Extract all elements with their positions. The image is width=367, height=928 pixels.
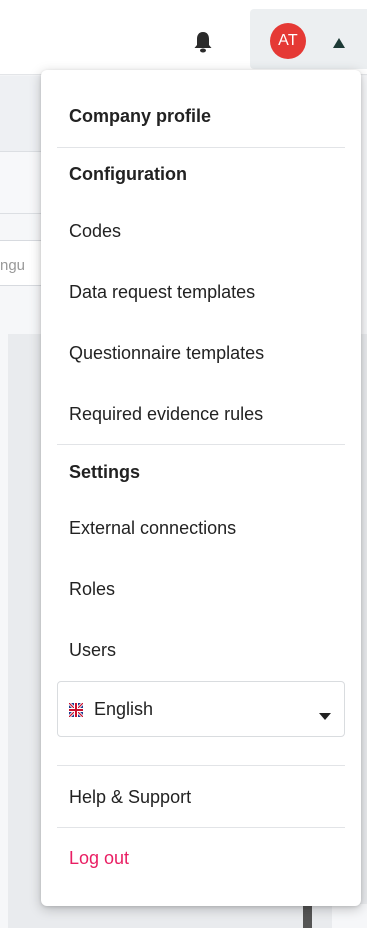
- uk-flag-icon: [67, 701, 85, 719]
- menu-item-roles[interactable]: Roles: [69, 579, 115, 600]
- menu-item-company-profile[interactable]: Company profile: [69, 106, 211, 127]
- chevron-up-icon: [332, 36, 346, 48]
- menu-item-help-support[interactable]: Help & Support: [69, 787, 191, 808]
- menu-heading-settings: Settings: [69, 462, 141, 482]
- menu-heading-configuration: Configuration: [69, 164, 187, 184]
- menu-item-required-evidence-rules[interactable]: Required evidence rules: [69, 404, 263, 425]
- menu-item-data-request-templates[interactable]: Data request templates: [69, 282, 255, 303]
- divider: [57, 147, 345, 148]
- menu-item-questionnaire-templates[interactable]: Questionnaire templates: [69, 343, 264, 364]
- background-edge: [332, 904, 367, 928]
- caret-down-icon: [319, 707, 331, 720]
- divider: [57, 444, 345, 445]
- menu-item-external-connections[interactable]: External connections: [69, 518, 236, 539]
- divider: [57, 765, 345, 766]
- user-dropdown-menu: Company profile Configuration Codes Data…: [41, 70, 361, 906]
- menu-item-log-out[interactable]: Log out: [69, 848, 129, 869]
- notifications-bell-icon[interactable]: [192, 30, 214, 54]
- background-input-text: ngu: [0, 257, 26, 274]
- divider: [57, 827, 345, 828]
- menu-item-codes[interactable]: Codes: [69, 221, 121, 242]
- menu-item-users[interactable]: Users: [69, 640, 116, 661]
- user-menu-button[interactable]: AT: [250, 9, 367, 69]
- top-bar: AT: [0, 0, 367, 75]
- language-select[interactable]: English: [57, 681, 345, 737]
- avatar: AT: [270, 23, 306, 59]
- language-select-value: English: [94, 699, 154, 719]
- scrollbar[interactable]: [303, 904, 312, 928]
